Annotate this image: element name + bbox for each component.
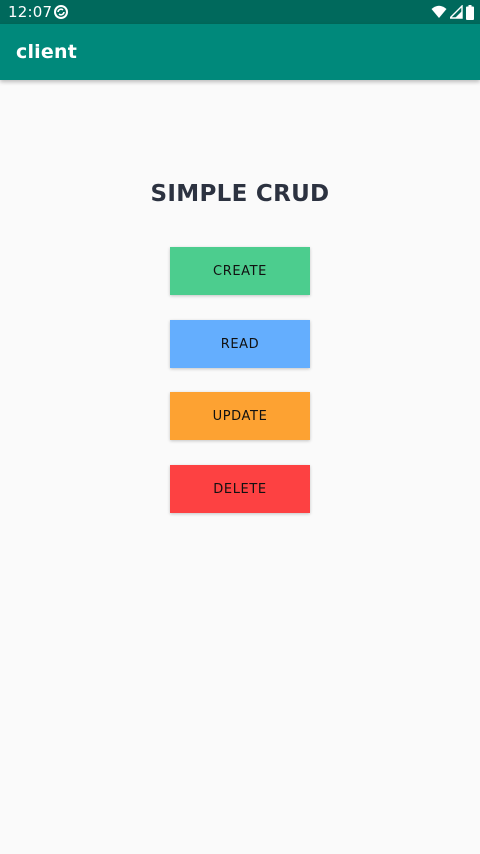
delete-button-label: DELETE bbox=[213, 481, 267, 497]
status-bar: 12:07 bbox=[0, 0, 480, 24]
app-title: client bbox=[16, 41, 77, 63]
delete-button[interactable]: DELETE bbox=[170, 465, 310, 513]
app-bar: client bbox=[0, 24, 480, 80]
signal-icon bbox=[450, 5, 463, 19]
status-time: 12:07 bbox=[8, 3, 53, 21]
update-button[interactable]: UPDATE bbox=[170, 392, 310, 440]
create-button-label: CREATE bbox=[213, 263, 267, 279]
sync-notification-icon bbox=[53, 4, 69, 20]
page-heading: SIMPLE CRUD bbox=[150, 181, 330, 207]
wifi-icon bbox=[431, 5, 447, 19]
read-button-label: READ bbox=[220, 336, 260, 352]
create-button[interactable]: CREATE bbox=[170, 247, 310, 295]
app-screen: 12:07 client SIMPLE CRUD CREATE READ UPD… bbox=[0, 0, 480, 854]
battery-icon bbox=[466, 4, 474, 20]
read-button[interactable]: READ bbox=[170, 320, 310, 368]
status-icons bbox=[431, 4, 474, 20]
update-button-label: UPDATE bbox=[212, 408, 268, 424]
